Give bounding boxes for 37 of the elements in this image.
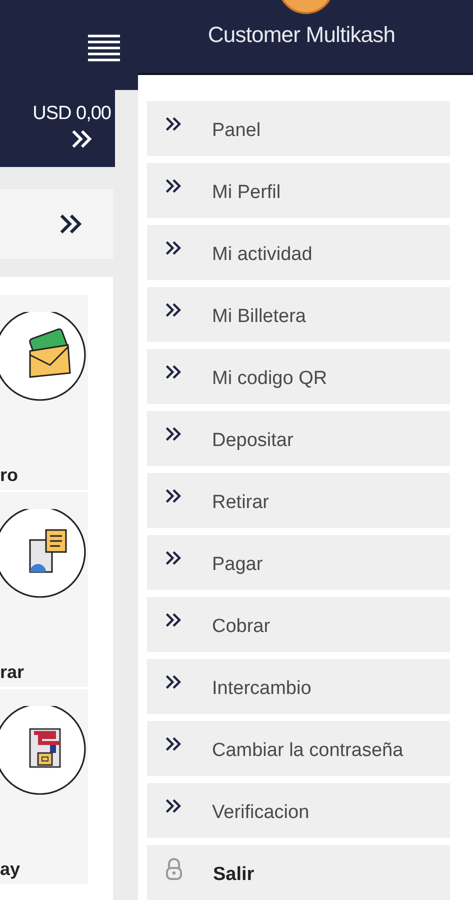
menu-item[interactable]: Cambiar la contraseña [147,721,450,776]
qr-code-icon [29,728,61,768]
menu-item[interactable]: Verificacion [147,783,450,838]
user-name: Customer Multikash [208,22,396,48]
balance-amount: USD 0,00 [32,103,112,125]
double-chevron-icon [165,674,182,690]
double-chevron-icon [165,488,182,504]
service-tile[interactable]: ro [0,295,88,490]
double-chevron-icon [165,736,182,752]
logout-item[interactable]: Salir [147,845,450,900]
double-chevron-icon [165,302,182,318]
menu-icon[interactable] [87,33,121,63]
menu-item[interactable]: Intercambio [147,659,450,714]
double-chevron-icon [165,612,182,628]
menu-item[interactable]: Mi Perfil [147,163,450,218]
menu-item[interactable]: Pagar [147,535,450,590]
service-tile[interactable]: rar [0,492,88,687]
double-chevron-icon [165,364,182,380]
double-chevron-icon [59,213,83,235]
money-envelope-icon [28,328,71,378]
service-tile[interactable]: ay [0,689,88,884]
menu-item[interactable]: Retirar [147,473,450,528]
double-chevron-icon [71,129,93,149]
menu-item[interactable]: Mi Billetera [147,287,450,342]
double-chevron-icon [165,178,182,194]
menu-item[interactable]: Depositar [147,411,450,466]
double-chevron-icon [165,426,182,442]
menu-item[interactable]: Mi actividad [147,225,450,280]
double-chevron-icon [165,116,182,132]
document-chat-icon [29,529,67,573]
double-chevron-icon [165,798,182,814]
menu-item[interactable]: Mi codigo QR [147,349,450,404]
lock-icon [165,858,183,880]
menu-item[interactable]: Panel [147,101,450,156]
menu-item[interactable]: Cobrar [147,597,450,652]
double-chevron-icon [165,550,182,566]
double-chevron-icon [165,240,182,256]
